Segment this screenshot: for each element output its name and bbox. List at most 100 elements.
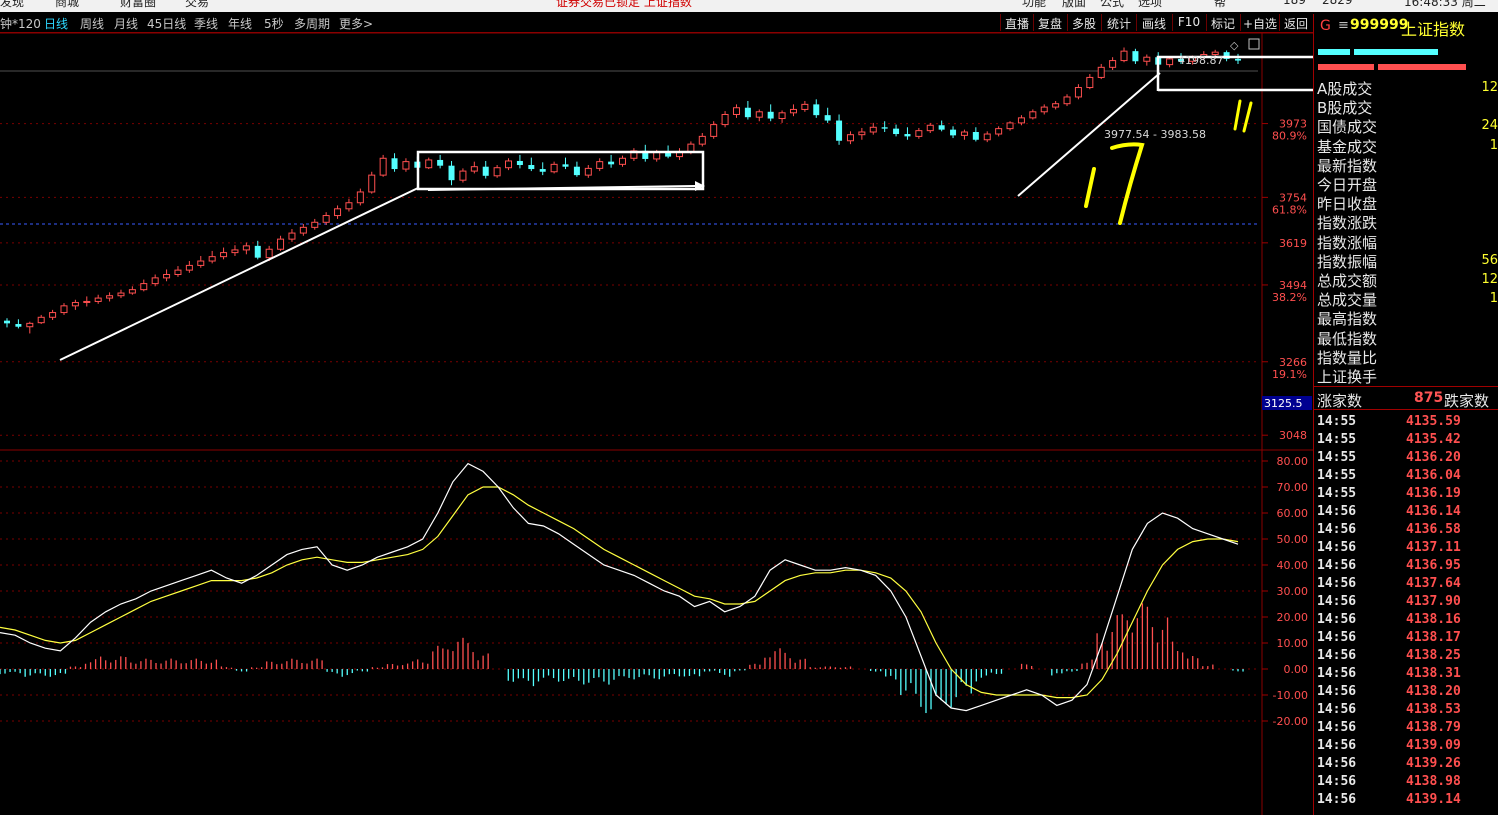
- macd-tick-label: 60.00: [1277, 507, 1309, 520]
- menu-item-layout[interactable]: 版面: [1062, 0, 1086, 10]
- candle-body-up: [345, 202, 353, 210]
- candle-body-up: [1052, 103, 1060, 108]
- candle-body-up: [128, 289, 136, 294]
- panel-row-label: 指数涨跌: [1317, 214, 1378, 233]
- tick-time: 14:56: [1317, 522, 1357, 537]
- add-watchlist-button[interactable]: +自选: [1242, 14, 1278, 31]
- candle-body-down: [1132, 51, 1139, 62]
- mark-button[interactable]: 标记: [1208, 14, 1238, 31]
- statistics-button[interactable]: 统计: [1103, 14, 1135, 31]
- candle-body-up: [425, 159, 433, 169]
- candle-body-down: [254, 245, 261, 258]
- back-button[interactable]: 返回: [1281, 14, 1311, 31]
- candle-body-up: [1109, 60, 1117, 68]
- candle-body-up: [846, 134, 854, 142]
- live-button[interactable]: 直播: [1002, 14, 1032, 31]
- tick-price: 4138.16: [1406, 612, 1461, 627]
- toolbar-separator: [1240, 14, 1241, 31]
- volume-bar-2: [1354, 49, 1438, 55]
- candle-body-down: [744, 107, 751, 118]
- candle-body-up: [140, 283, 148, 291]
- multi-stock-button[interactable]: 多股: [1069, 14, 1099, 31]
- toolbar-separator: [1172, 14, 1173, 31]
- tab-weekly[interactable]: 周线: [80, 15, 104, 32]
- tab-45day[interactable]: 45日线: [147, 15, 186, 32]
- range-label: 3977.54 - 3983.58: [1104, 128, 1206, 141]
- draw-line-button[interactable]: 画线: [1138, 14, 1170, 31]
- volume-bar-4: [1378, 64, 1466, 70]
- candle-body-up: [106, 295, 114, 299]
- macd-tick-label: 50.00: [1277, 533, 1309, 546]
- candle-body-down: [972, 132, 979, 140]
- handwritten-7: [1110, 142, 1145, 225]
- tick-time: 14:56: [1317, 594, 1357, 609]
- tab-5sec[interactable]: 5秒: [264, 15, 284, 32]
- menu-item-mall[interactable]: 商城: [55, 0, 79, 10]
- candle-body-up: [60, 305, 68, 314]
- down-count-label: 跌家数: [1444, 392, 1490, 410]
- tab-daily[interactable]: 日线: [44, 15, 68, 32]
- tick-price: 4138.17: [1406, 630, 1461, 645]
- candle-body-down: [608, 161, 615, 165]
- panel-row-label: A股成交: [1317, 80, 1373, 98]
- f10-button[interactable]: F10: [1174, 14, 1204, 31]
- candle-body-up: [869, 126, 877, 133]
- candle-body-down: [528, 165, 535, 170]
- panel-row-value: 24: [1481, 118, 1498, 134]
- menu-item-function[interactable]: 功能: [1022, 0, 1046, 10]
- tick-price: 4135.59: [1406, 414, 1461, 429]
- menu-item-formula[interactable]: 公式: [1100, 0, 1124, 10]
- menu-icon[interactable]: ≡: [1338, 18, 1349, 33]
- price-tick-label: 3048: [1279, 429, 1307, 442]
- candle-body-up: [231, 249, 239, 254]
- price-axis: 397380.9%375461.8%3619349438.2%326619.1%…: [1262, 118, 1307, 442]
- replay-button[interactable]: 复盘: [1035, 14, 1065, 31]
- menu-item-help[interactable]: 帮: [1214, 0, 1226, 10]
- tab-yearly[interactable]: 年线: [228, 15, 252, 32]
- index-code: 999999: [1350, 17, 1409, 33]
- tick-time: 14:55: [1317, 450, 1357, 465]
- tab-quarterly[interactable]: 季线: [194, 15, 218, 32]
- tick-time: 14:56: [1317, 702, 1357, 717]
- candle-body-up: [334, 208, 342, 217]
- tick-price: 4135.42: [1406, 432, 1461, 447]
- menu-item-trade[interactable]: 交易: [185, 0, 209, 10]
- tick-price: 4138.79: [1406, 720, 1461, 735]
- tab-multi-period[interactable]: 多周期: [294, 15, 330, 32]
- panel-row-value: 1: [1489, 291, 1498, 307]
- menu-item-discover[interactable]: 发现: [0, 0, 24, 10]
- tick-price: 4136.14: [1406, 504, 1461, 519]
- candle-body-down: [938, 125, 945, 130]
- candle-body-up: [208, 256, 216, 262]
- window-icon[interactable]: [1248, 38, 1260, 50]
- macd-histogram: [0, 603, 1244, 714]
- toolbar-separator: [1136, 14, 1137, 31]
- fib-pct-label: 80.9%: [1272, 130, 1307, 143]
- trendline-1[interactable]: [59, 187, 419, 361]
- fib-pct-label: 61.8%: [1272, 203, 1307, 216]
- candle-body-up: [1143, 56, 1151, 62]
- menu-item-wealth-circle[interactable]: 财富圈: [120, 0, 156, 10]
- menu-item-options[interactable]: 选项: [1138, 0, 1162, 10]
- tab-minute-120[interactable]: 钟*120: [0, 15, 41, 32]
- toolbar-separator: [1101, 14, 1102, 31]
- candle-body-down: [539, 169, 546, 172]
- handwritten-1: [1084, 167, 1096, 208]
- kline-chart[interactable]: 397380.9%375461.8%3619349438.2%326619.1%…: [0, 33, 1313, 815]
- current-price-value: 3125.5: [1264, 397, 1303, 410]
- candlestick-series: [4, 47, 1241, 334]
- candle-body-up: [550, 163, 558, 173]
- candle-body-up: [379, 157, 387, 176]
- tab-monthly[interactable]: 月线: [114, 15, 138, 32]
- tab-more[interactable]: 更多>: [339, 15, 373, 32]
- diamond-icon[interactable]: ◇: [1230, 39, 1239, 52]
- candle-body-up: [493, 167, 501, 177]
- volume-bar-3: [1318, 64, 1374, 70]
- candle-body-up: [801, 103, 809, 110]
- consolidation-box-1[interactable]: [416, 150, 705, 191]
- candle-body-up: [778, 112, 786, 120]
- panel-row-label: 最低指数: [1317, 329, 1378, 348]
- toolbar-separator: [1067, 14, 1068, 31]
- candle-body-up: [265, 248, 273, 259]
- price-tick-label: 3619: [1279, 237, 1307, 250]
